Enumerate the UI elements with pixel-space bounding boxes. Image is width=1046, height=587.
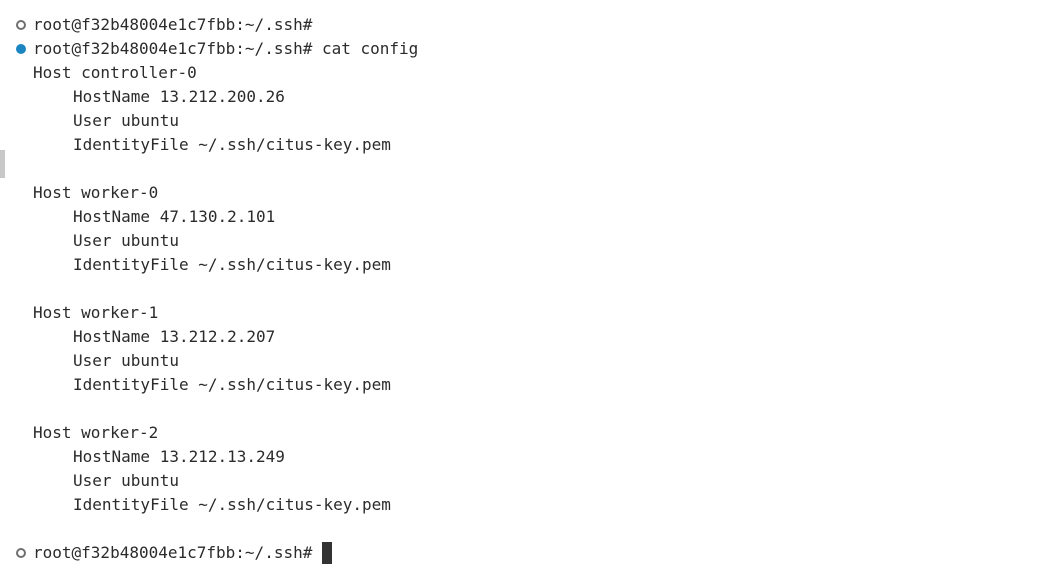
terminal-line-text: Host worker-2	[33, 423, 159, 442]
command-decoration-default-icon[interactable]	[16, 548, 26, 558]
terminal-prompt-line: root@f32b48004e1c7fbb:~/.ssh#	[0, 13, 1046, 37]
terminal-line-text: HostName 47.130.2.101	[73, 207, 276, 226]
terminal-line-text: root@f32b48004e1c7fbb:~/.ssh# cat config	[33, 39, 419, 58]
terminal-line-text: HostName 13.212.2.207	[73, 327, 276, 346]
terminal-output-line: IdentityFile ~/.ssh/citus-key.pem	[0, 133, 1046, 157]
terminal-line-text: User ubuntu	[73, 231, 179, 250]
terminal-output-line: Host worker-2	[0, 421, 1046, 445]
command-decoration-success-icon[interactable]	[16, 44, 26, 54]
terminal-output-line: User ubuntu	[0, 349, 1046, 373]
terminal-line-text: IdentityFile ~/.ssh/citus-key.pem	[73, 135, 391, 154]
terminal-output-line: IdentityFile ~/.ssh/citus-key.pem	[0, 253, 1046, 277]
terminal-output-line: Host controller-0	[0, 61, 1046, 85]
terminal-line-text: User ubuntu	[73, 111, 179, 130]
terminal-line-text: HostName 13.212.13.249	[73, 447, 285, 466]
terminal-output-line: IdentityFile ~/.ssh/citus-key.pem	[0, 373, 1046, 397]
terminal-output-line: HostName 13.212.200.26	[0, 85, 1046, 109]
terminal-output-line: User ubuntu	[0, 229, 1046, 253]
terminal-line-text: IdentityFile ~/.ssh/citus-key.pem	[73, 255, 391, 274]
terminal-line-text: User ubuntu	[73, 471, 179, 490]
terminal-output-line: User ubuntu	[0, 469, 1046, 493]
terminal-output-line: HostName 13.212.13.249	[0, 445, 1046, 469]
terminal-output-line: Host worker-0	[0, 181, 1046, 205]
terminal-line-text: Host controller-0	[33, 63, 197, 82]
terminal-line-text: Host worker-1	[33, 303, 159, 322]
terminal-prompt-line: root@f32b48004e1c7fbb:~/.ssh#	[0, 541, 1046, 565]
terminal-prompt-line: root@f32b48004e1c7fbb:~/.ssh# cat config	[0, 37, 1046, 61]
terminal-output-line: HostName 47.130.2.101	[0, 205, 1046, 229]
terminal-cursor	[321, 542, 332, 564]
terminal-line-text: HostName 13.212.200.26	[73, 87, 285, 106]
terminal-output[interactable]: root@f32b48004e1c7fbb:~/.ssh# root@f32b48…	[0, 13, 1046, 565]
terminal-output-line: IdentityFile ~/.ssh/citus-key.pem	[0, 493, 1046, 517]
terminal-line-text: root@f32b48004e1c7fbb:~/.ssh#	[33, 15, 313, 34]
terminal-line-text: IdentityFile ~/.ssh/citus-key.pem	[73, 495, 391, 514]
terminal-line-text: User ubuntu	[73, 351, 179, 370]
terminal-output-line: Host worker-1	[0, 301, 1046, 325]
terminal-line-text: IdentityFile ~/.ssh/citus-key.pem	[73, 375, 391, 394]
terminal-line-text: Host worker-0	[33, 183, 159, 202]
command-decoration-default-icon[interactable]	[16, 20, 26, 30]
terminal-line-text: root@f32b48004e1c7fbb:~/.ssh#	[33, 541, 332, 565]
terminal-output-line: HostName 13.212.2.207	[0, 325, 1046, 349]
terminal-output-line: User ubuntu	[0, 109, 1046, 133]
